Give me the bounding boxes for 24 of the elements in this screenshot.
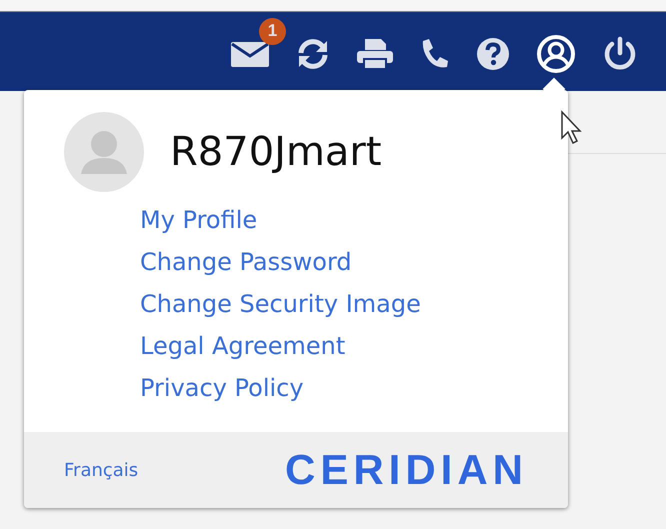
help-icon bbox=[476, 36, 510, 70]
printer-icon bbox=[356, 38, 394, 70]
power-button[interactable] bbox=[602, 36, 638, 72]
menu-link[interactable]: Change Password bbox=[140, 246, 352, 278]
user-button[interactable] bbox=[536, 34, 576, 74]
print-button[interactable] bbox=[356, 38, 394, 70]
user-icon bbox=[536, 34, 576, 74]
power-icon bbox=[602, 36, 638, 72]
envelope-icon bbox=[230, 40, 270, 68]
phone-icon bbox=[420, 38, 450, 70]
menu-link[interactable]: My Profile bbox=[140, 204, 258, 236]
help-button[interactable] bbox=[476, 36, 510, 70]
language-link[interactable]: Français bbox=[64, 460, 138, 480]
menu-link[interactable]: Privacy Policy bbox=[140, 372, 304, 404]
menu-link[interactable]: Legal Agreement bbox=[140, 330, 346, 362]
menu-link[interactable]: Change Security Image bbox=[140, 288, 421, 320]
notification-badge: 1 bbox=[259, 18, 286, 44]
avatar-icon bbox=[64, 112, 144, 192]
logo: CERIDIAN bbox=[284, 446, 528, 494]
mail-button[interactable]: 1 bbox=[230, 18, 286, 68]
refresh-button[interactable] bbox=[296, 38, 330, 70]
username: R870Jmart bbox=[170, 129, 382, 175]
refresh-icon bbox=[296, 38, 330, 70]
phone-button[interactable] bbox=[420, 38, 450, 70]
